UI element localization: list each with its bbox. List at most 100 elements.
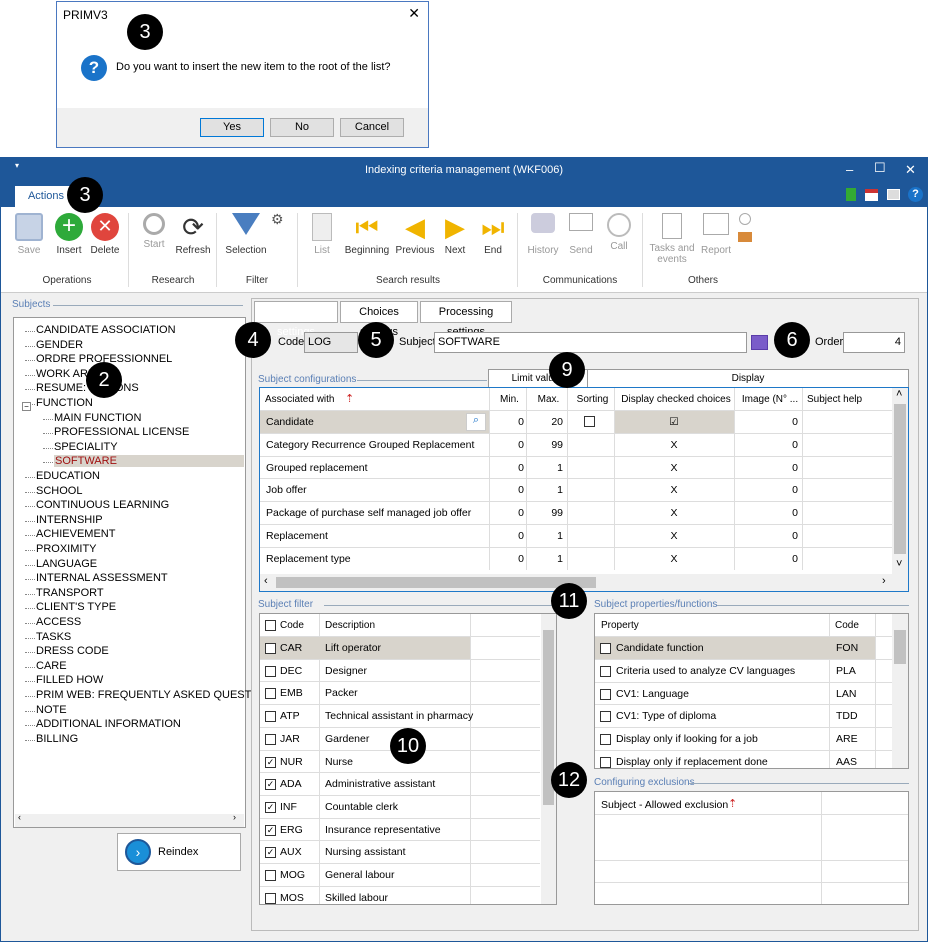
save-button[interactable]: Save bbox=[11, 213, 47, 256]
checked-checkbox[interactable]: ✓ bbox=[265, 779, 276, 791]
subjects-tree[interactable]: CANDIDATE ASSOCIATION GENDER ORDRE PROFESS… bbox=[13, 317, 271, 828]
list-item[interactable]: MOS Skilled labour bbox=[260, 885, 540, 909]
scroll-arrow-icon[interactable]: ‹ bbox=[264, 575, 268, 587]
list-item[interactable]: ✓ ADA Administrative assistant bbox=[260, 772, 540, 795]
tree-item[interactable]: EDUCATION bbox=[36, 470, 100, 482]
clock-icon[interactable] bbox=[739, 213, 751, 225]
tree-item[interactable]: BILLING bbox=[36, 733, 78, 745]
gear-icon[interactable]: ⚙ bbox=[271, 211, 284, 228]
checkbox[interactable] bbox=[265, 688, 276, 700]
cancel-button[interactable]: Cancel bbox=[340, 118, 404, 137]
close-icon[interactable]: ✕ bbox=[408, 5, 420, 22]
list-item[interactable]: CAR Lift operator bbox=[260, 636, 540, 659]
list-item[interactable]: Display only if replacement done AAS bbox=[595, 750, 892, 773]
tree-item[interactable]: MAIN FUNCTION bbox=[54, 412, 141, 424]
search-icon[interactable]: ⌕ bbox=[466, 413, 486, 431]
tree-item[interactable]: GENDER bbox=[36, 339, 83, 351]
table-row[interactable]: Category Recurrence Grouped Replacement 0… bbox=[260, 432, 892, 456]
tree-item[interactable]: ADDITIONAL INFORMATION bbox=[36, 718, 181, 730]
list-button[interactable]: List bbox=[304, 213, 340, 256]
tab-processing-settings[interactable]: Processing settings bbox=[420, 301, 512, 338]
list-item[interactable]: ATP Technical assistant in pharmacy bbox=[260, 704, 540, 727]
checked-checkbox[interactable]: ✓ bbox=[265, 847, 276, 859]
table-row[interactable]: Replacement 0 1 X 0 bbox=[260, 524, 892, 547]
list-item[interactable]: CV1: Language LAN bbox=[595, 681, 892, 705]
tree-item[interactable]: FILLED HOW bbox=[36, 674, 103, 686]
config-grid[interactable]: Associated with Min. Max. Sorting Display ch… bbox=[259, 387, 909, 592]
checkbox[interactable] bbox=[600, 734, 611, 746]
translate-icon[interactable] bbox=[751, 335, 768, 350]
tree-item[interactable]: INTERNSHIP bbox=[36, 514, 103, 526]
tree-item[interactable]: PROXIMITY bbox=[36, 543, 97, 555]
checkbox[interactable] bbox=[265, 665, 276, 677]
calculator-icon[interactable] bbox=[846, 188, 856, 201]
tree-item[interactable]: PROFESSIONAL LICENSE bbox=[54, 426, 189, 438]
table-row[interactable]: Job offer 0 1 X 0 bbox=[260, 478, 892, 501]
checked-checkbox[interactable]: ✓ bbox=[265, 801, 276, 813]
minimize-icon[interactable]: – bbox=[846, 162, 853, 177]
order-field[interactable]: 4 bbox=[843, 332, 905, 353]
list-item[interactable]: Display only if looking for a job ARE bbox=[595, 727, 892, 750]
insert-button[interactable]: + Insert bbox=[51, 213, 87, 256]
end-button[interactable]: ⏭ End bbox=[475, 213, 511, 256]
checked-checkbox[interactable]: ✓ bbox=[265, 756, 276, 768]
print-icon[interactable] bbox=[887, 189, 900, 200]
no-button[interactable]: No bbox=[270, 118, 334, 137]
report-button[interactable]: Report bbox=[698, 213, 734, 256]
list-item[interactable]: MOG General labour bbox=[260, 863, 540, 886]
tree-item[interactable]: ACHIEVEMENT bbox=[36, 528, 115, 540]
tree-item[interactable]: FUNCTION bbox=[36, 397, 93, 409]
select-all-checkbox[interactable] bbox=[265, 620, 276, 631]
checkbox[interactable] bbox=[600, 643, 611, 654]
yes-button[interactable]: Yes bbox=[200, 118, 264, 137]
help-icon[interactable]: ? bbox=[908, 187, 923, 202]
checked-checkbox[interactable]: ✓ bbox=[265, 824, 276, 836]
send-button[interactable]: Send bbox=[563, 213, 599, 256]
tab-subjects-settings[interactable]: Subjects settings bbox=[254, 301, 338, 338]
sort-icon[interactable]: ⇡ bbox=[345, 392, 354, 405]
beginning-button[interactable]: ⏮ Beginning bbox=[341, 213, 393, 256]
call-button[interactable]: Call bbox=[601, 213, 637, 252]
collapse-icon[interactable]: − bbox=[22, 402, 31, 411]
tree-item[interactable]: CANDIDATE ASSOCIATION bbox=[36, 324, 176, 336]
table-row[interactable]: Candidate 0 20 ☑ 0 ⌕ bbox=[260, 410, 892, 433]
tab-choices-settings[interactable]: Choices settings bbox=[340, 301, 418, 338]
tree-item[interactable]: INTERNAL ASSESSMENT bbox=[36, 572, 168, 584]
scroll-thumb[interactable] bbox=[276, 577, 596, 588]
checkbox[interactable] bbox=[265, 643, 276, 654]
scroll-arrow-icon[interactable]: ˅ bbox=[896, 558, 902, 570]
delete-button[interactable]: ✕ Delete bbox=[87, 213, 123, 256]
code-field[interactable]: LOG bbox=[304, 332, 358, 353]
close-window-icon[interactable]: ✕ bbox=[905, 162, 916, 178]
checkbox[interactable] bbox=[265, 870, 276, 881]
checkbox[interactable] bbox=[600, 711, 611, 723]
tree-item[interactable]: SCHOOL bbox=[36, 485, 82, 497]
scroll-right-icon[interactable]: › bbox=[233, 812, 236, 822]
tree-item[interactable]: CLIENT'S TYPE bbox=[36, 601, 116, 613]
tree-item[interactable]: DRESS CODE bbox=[36, 645, 109, 657]
sorting-checkbox[interactable] bbox=[584, 416, 595, 427]
tree-item[interactable]: CARE bbox=[36, 660, 67, 672]
tree-item[interactable]: TASKS bbox=[36, 631, 71, 643]
calendar-icon[interactable] bbox=[865, 189, 878, 201]
tree-item[interactable]: SPECIALITY bbox=[54, 441, 118, 453]
list-item[interactable]: CV1: Type of diploma TDD bbox=[595, 704, 892, 727]
maximize-icon[interactable]: ☐ bbox=[874, 160, 886, 176]
history-button[interactable]: History bbox=[523, 213, 563, 256]
properties-grid[interactable]: Property Code Candidate function FON Criteri… bbox=[594, 613, 909, 769]
refresh-button[interactable]: ⟳ Refresh bbox=[173, 213, 213, 256]
checkbox[interactable] bbox=[600, 757, 611, 768]
selection-button[interactable]: Selection bbox=[221, 213, 271, 256]
scroll-thumb[interactable] bbox=[894, 630, 906, 664]
table-row[interactable]: Grouped replacement 0 1 X 0 bbox=[260, 455, 892, 479]
tree-item[interactable]: NOTE bbox=[36, 704, 67, 716]
tree-item[interactable]: CONTINUOUS LEARNING bbox=[36, 499, 169, 511]
checkbox[interactable] bbox=[600, 665, 611, 677]
list-item[interactable]: Criteria used to analyze CV languages PLA bbox=[595, 658, 892, 682]
start-button[interactable]: Start bbox=[136, 213, 172, 250]
tree-item[interactable]: LANGUAGE bbox=[36, 558, 97, 570]
list-item[interactable]: DEC Designer bbox=[260, 658, 540, 682]
list-item[interactable]: ✓ ERG Insurance representative bbox=[260, 817, 540, 841]
tasks-button[interactable]: Tasks and events bbox=[647, 213, 697, 265]
horizontal-scrollbar[interactable] bbox=[15, 814, 244, 827]
